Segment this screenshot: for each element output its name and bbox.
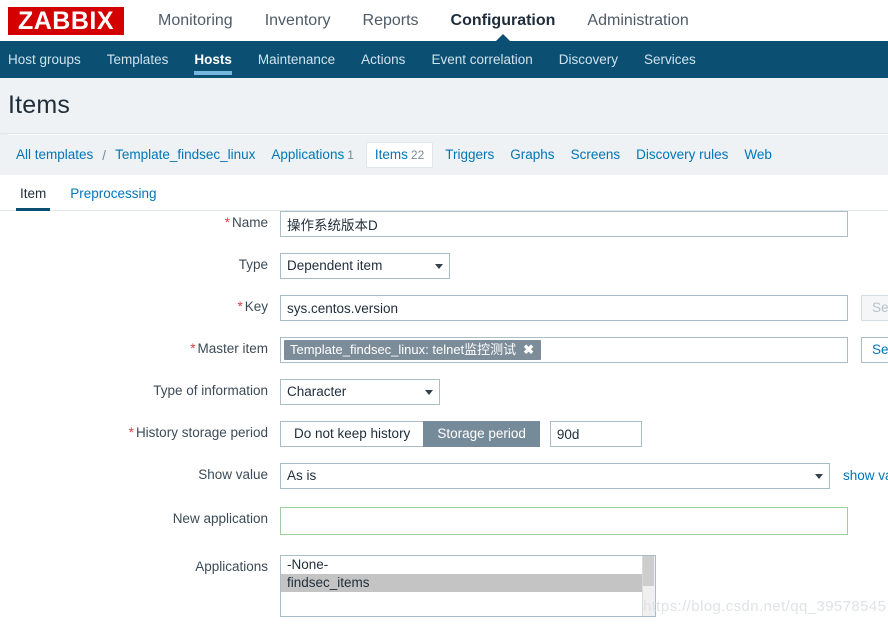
object-tab-items[interactable]: Items 22 — [365, 142, 434, 168]
sub-menu-item-hosts[interactable]: Hosts — [181, 41, 245, 78]
applications-scrollbar-thumb[interactable] — [643, 556, 654, 586]
zabbix-item-configuration-page: ZABBIX Monitoring Inventory Reports Conf… — [0, 0, 888, 628]
show-value-mappings-link[interactable]: show value mappings — [843, 463, 888, 489]
control-type: Dependent item — [280, 253, 450, 279]
form-row-show-value: Show value As is show value mappings — [0, 463, 888, 489]
show-value-select-wrapper: As is — [280, 463, 830, 489]
tab-item[interactable]: Item — [8, 186, 58, 211]
list-item[interactable]: -None- — [281, 556, 655, 574]
required-marker-key: * — [237, 299, 243, 314]
form-row-master-item: * Master item Template_findsec_linux: tel… — [0, 337, 888, 363]
sub-menu-item-actions[interactable]: Actions — [348, 41, 418, 78]
label-history-storage-period: * History storage period — [128, 425, 268, 440]
label-applications: Applications — [195, 559, 268, 574]
history-option-do-not-keep[interactable]: Do not keep history — [280, 421, 424, 447]
form-row-new-application: New application — [0, 507, 888, 535]
list-item[interactable]: findsec_items — [281, 574, 655, 592]
new-application-input[interactable] — [280, 507, 848, 535]
key-input[interactable] — [280, 295, 848, 321]
type-select-wrapper: Dependent item — [280, 253, 450, 279]
form-row-applications: Applications -None- findsec_items — [0, 555, 888, 617]
label-type: Type — [238, 257, 268, 272]
breadcrumb: All templates / Template_findsec_linux A… — [0, 135, 888, 175]
main-menu-item-configuration[interactable]: Configuration — [435, 0, 572, 42]
sub-menu-item-event-correlation[interactable]: Event correlation — [418, 41, 545, 78]
sub-menu-item-templates[interactable]: Templates — [94, 41, 182, 78]
history-option-storage-period[interactable]: Storage period — [423, 421, 540, 447]
form-tabs: Item Preprocessing — [0, 175, 888, 211]
type-of-information-select[interactable]: Character — [280, 379, 440, 405]
control-new-application — [280, 507, 848, 535]
type-of-information-select-wrapper: Character — [280, 379, 440, 405]
control-applications: -None- findsec_items — [280, 555, 656, 617]
main-menu-item-administration[interactable]: Administration — [571, 0, 704, 41]
object-tab-triggers[interactable]: Triggers — [437, 135, 502, 175]
master-item-multiselect[interactable]: Template_findsec_linux: telnet监控测试 ✖ — [280, 337, 848, 363]
object-tab-screens[interactable]: Screens — [563, 135, 629, 175]
form-row-name: * Name — [0, 211, 888, 237]
object-tab-applications-label: Applications — [271, 147, 345, 162]
main-menu-item-monitoring[interactable]: Monitoring — [142, 0, 249, 41]
control-type-of-information: Character — [280, 379, 440, 405]
master-item-chip: Template_findsec_linux: telnet监控测试 ✖ — [284, 340, 542, 360]
history-mode-segmented-control: Do not keep history Storage period — [280, 421, 540, 447]
required-marker-history: * — [128, 425, 134, 440]
type-select[interactable]: Dependent item — [280, 253, 450, 279]
applications-scrollbar-track[interactable] — [642, 556, 655, 616]
name-input[interactable] — [280, 211, 848, 237]
tab-preprocessing[interactable]: Preprocessing — [58, 186, 168, 210]
page-body: Items All templates / Template_findsec_l… — [0, 78, 888, 628]
control-master-item: Template_findsec_linux: telnet监控测试 ✖ Sel… — [280, 337, 888, 363]
object-tab-discovery-rules[interactable]: Discovery rules — [628, 135, 736, 175]
main-menu-item-inventory[interactable]: Inventory — [249, 0, 347, 41]
label-master-item: * Master item — [190, 341, 268, 356]
master-item-select-button[interactable]: Select — [861, 337, 888, 363]
main-menu-item-reports[interactable]: Reports — [347, 0, 435, 41]
object-tab-graphs[interactable]: Graphs — [502, 135, 562, 175]
control-history-storage-period: Do not keep history Storage period — [280, 421, 642, 447]
show-value-select[interactable]: As is — [280, 463, 830, 489]
label-new-application: New application — [172, 511, 268, 526]
form-row-type-of-information: Type of information Character — [0, 379, 888, 405]
form-row-key: *Key Select — [0, 295, 888, 321]
sub-menu-item-discovery[interactable]: Discovery — [546, 41, 631, 78]
form-row-type: Type Dependent item — [0, 253, 888, 279]
required-marker-name: * — [224, 215, 230, 230]
sub-menu: Host groups Templates Hosts Maintenance … — [0, 41, 888, 78]
label-name: * Name — [224, 215, 268, 230]
main-menu: Monitoring Inventory Reports Configurati… — [142, 0, 705, 42]
control-name — [280, 211, 848, 237]
close-icon[interactable]: ✖ — [523, 340, 534, 360]
object-tab-web[interactable]: Web — [736, 135, 780, 175]
key-select-button[interactable]: Select — [861, 295, 888, 321]
applications-listbox[interactable]: -None- findsec_items — [280, 555, 656, 617]
sub-menu-item-services[interactable]: Services — [631, 41, 709, 78]
master-item-chip-label: Template_findsec_linux: telnet监控测试 — [290, 342, 517, 357]
object-tab-items-label: Items — [374, 147, 408, 162]
breadcrumb-all-templates[interactable]: All templates — [8, 135, 101, 175]
app-header: ZABBIX Monitoring Inventory Reports Conf… — [0, 0, 888, 42]
sub-menu-item-host-groups[interactable]: Host groups — [0, 41, 94, 78]
zabbix-logo[interactable]: ZABBIX — [8, 6, 124, 35]
control-key: Select — [280, 295, 888, 321]
object-tab-applications-count: 1 — [347, 148, 354, 162]
label-key: * Key — [237, 299, 268, 314]
label-type-of-information: Type of information — [153, 383, 268, 398]
page-title-bar: Items — [0, 78, 888, 134]
control-show-value: As is show value mappings — [280, 463, 888, 489]
label-show-value: Show value — [198, 467, 268, 482]
object-tab-applications[interactable]: Applications 1 — [263, 135, 361, 175]
history-storage-period-input[interactable] — [549, 421, 642, 447]
item-form: *Name Type Dependent item *Key — [0, 211, 888, 628]
page-title: Items — [8, 91, 71, 119]
breadcrumb-template-name[interactable]: Template_findsec_linux — [107, 135, 263, 175]
object-tab-items-count: 22 — [410, 148, 425, 162]
form-row-history-storage-period: * History storage period Do not keep hist… — [0, 421, 888, 447]
required-marker-master-item: * — [190, 341, 196, 356]
sub-menu-item-maintenance[interactable]: Maintenance — [245, 41, 348, 78]
